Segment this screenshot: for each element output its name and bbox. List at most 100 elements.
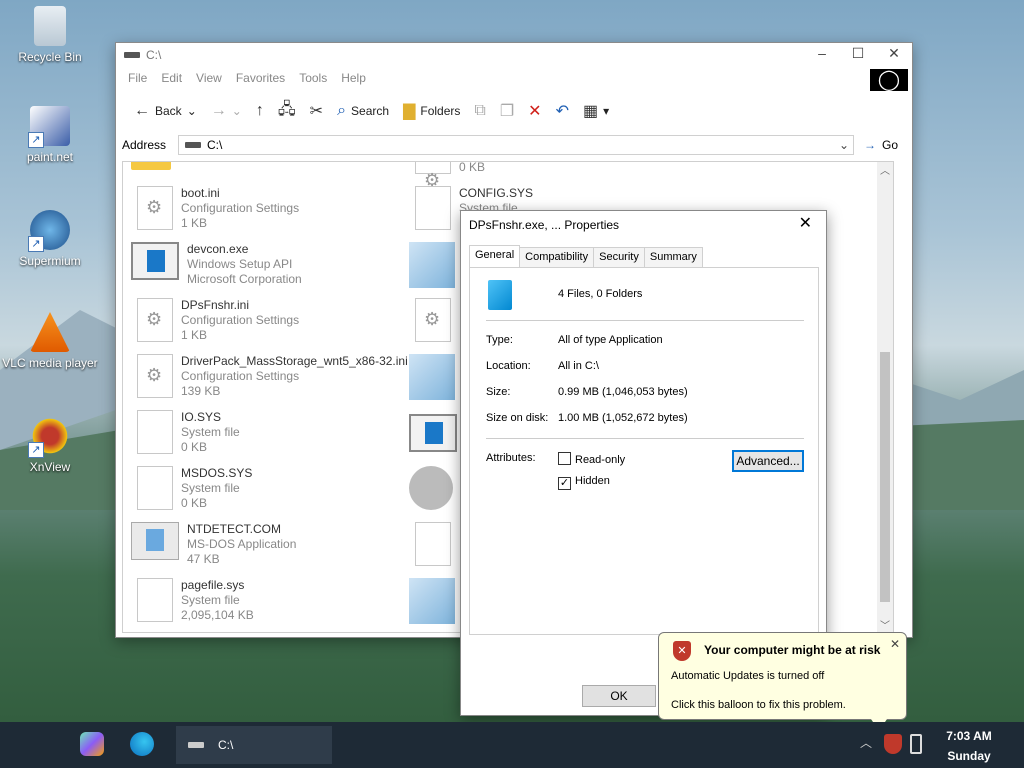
- vertical-scrollbar[interactable]: ︿ ﹀: [877, 162, 893, 632]
- list-item[interactable]: devcon.exe Windows Setup API Microsoft Cor…: [131, 242, 302, 294]
- hidden-checkbox[interactable]: ✓ Hidden: [558, 475, 610, 490]
- map-drive-button[interactable]: 🖧: [274, 96, 300, 127]
- desktop-icon-label: XnView: [29, 460, 71, 474]
- forward-button[interactable]: → ⌄: [207, 100, 246, 122]
- menu-view[interactable]: View: [196, 71, 222, 85]
- disconnect-drive-icon: ✂: [309, 103, 324, 120]
- scrollbar-thumb[interactable]: [880, 352, 890, 602]
- clock-time: 7:03 AM: [946, 729, 992, 743]
- list-item[interactable]: [409, 578, 455, 630]
- desktop-icon-vlc[interactable]: VLC media player: [0, 312, 100, 370]
- desktop-icon-label: Supermium: [19, 254, 81, 268]
- folders-button[interactable]: ▇ Folders: [399, 99, 464, 123]
- address-bar: Address C:\ ⌄ → Go: [116, 133, 912, 157]
- close-button[interactable]: ✕: [876, 43, 912, 65]
- taskbar-item-explorer[interactable]: C:\: [176, 726, 332, 764]
- list-item[interactable]: [409, 242, 455, 294]
- start-button[interactable]: [10, 730, 40, 760]
- ok-button[interactable]: OK: [582, 685, 656, 707]
- desktop-icon-supermium[interactable]: ↗ Supermium: [0, 210, 100, 268]
- balloon-close-icon[interactable]: ✕: [890, 637, 900, 651]
- divider: [486, 438, 804, 439]
- selection-summary: 4 Files, 0 Folders: [558, 288, 643, 300]
- maximize-button[interactable]: ☐: [840, 43, 876, 65]
- size-value: 0.99 MB (1,046,053 bytes): [558, 386, 688, 398]
- setup-icon: [409, 578, 455, 624]
- desktop-icon-label: paint.net: [26, 150, 74, 164]
- address-input[interactable]: C:\ ⌄: [178, 135, 854, 155]
- usb-drive-tray-icon[interactable]: [910, 734, 922, 754]
- balloon-message: Automatic Updates is turned off: [671, 670, 825, 682]
- up-button[interactable]: ↑: [252, 100, 268, 122]
- menu-file[interactable]: File: [128, 71, 147, 85]
- tab-compatibility[interactable]: Compatibility: [519, 247, 595, 267]
- list-item[interactable]: [415, 298, 451, 350]
- disconnect-drive-button[interactable]: ✂: [306, 99, 327, 123]
- back-button[interactable]: ← Back ⌄: [130, 100, 201, 122]
- menu-favorites[interactable]: Favorites: [236, 71, 285, 85]
- advanced-button[interactable]: Advanced...: [732, 450, 804, 472]
- menu-edit[interactable]: Edit: [161, 71, 182, 85]
- go-button[interactable]: → Go: [854, 138, 912, 152]
- checkbox-box: [558, 452, 571, 465]
- move-to-button[interactable]: ⧉: [470, 100, 489, 122]
- chevron-down-icon[interactable]: ⌄: [839, 138, 849, 152]
- drive-icon: [124, 52, 140, 58]
- chevron-up-icon[interactable]: ︿: [860, 734, 872, 751]
- list-item[interactable]: IO.SYS System file 0 KB: [137, 410, 240, 462]
- scroll-down-icon[interactable]: ﹀: [877, 617, 893, 632]
- list-item[interactable]: [415, 522, 451, 574]
- config-file-icon: [137, 298, 173, 342]
- menu-tools[interactable]: Tools: [299, 71, 327, 85]
- edge-browser-icon[interactable]: [130, 732, 154, 756]
- back-arrow-icon: ←: [134, 102, 150, 119]
- xnview-icon: ↗: [28, 416, 70, 458]
- explorer-titlebar[interactable]: C:\: [116, 43, 912, 67]
- folder-icon: [131, 162, 171, 170]
- list-item[interactable]: MSDOS.SYS System file 0 KB: [137, 466, 252, 518]
- undo-icon: ↶: [555, 103, 569, 120]
- address-label: Address: [122, 138, 167, 152]
- readonly-checkbox[interactable]: Read-only: [558, 452, 625, 466]
- list-item[interactable]: boot.iniConfiguration Settings1 KB: [137, 186, 299, 238]
- list-item[interactable]: DPsFnshr.iniConfiguration Settings1 KB: [137, 298, 299, 350]
- tab-general[interactable]: General: [469, 245, 521, 267]
- security-shield-tray-icon[interactable]: [884, 734, 902, 754]
- copilot-icon[interactable]: [80, 732, 104, 756]
- security-balloon[interactable]: ✕ Your computer might be at risk ✕ Autom…: [658, 632, 907, 731]
- list-item[interactable]: [131, 162, 171, 172]
- scroll-up-icon[interactable]: ︿: [877, 162, 893, 177]
- dialog-close-icon[interactable]: ✕: [799, 213, 812, 233]
- desktop-icon-xnview[interactable]: ↗ XnView: [0, 416, 100, 474]
- list-item[interactable]: DriverPack_MassStorage_wnt5_x86-32.iniCo…: [137, 354, 408, 406]
- recycle-bin-icon: [34, 6, 66, 46]
- clock[interactable]: 7:03 AM Sunday: [934, 726, 1004, 766]
- menu-bar: File Edit View Favorites Tools Help: [116, 67, 912, 89]
- list-item[interactable]: 0 KB: [415, 162, 485, 191]
- delete-button[interactable]: ✕: [524, 99, 545, 123]
- list-item[interactable]: [409, 414, 457, 466]
- minimize-button[interactable]: –: [804, 43, 840, 65]
- copy-to-button[interactable]: ❐: [496, 99, 518, 123]
- search-icon: ⌕: [337, 102, 347, 119]
- desktop-icon-recycle-bin[interactable]: Recycle Bin: [0, 6, 100, 64]
- views-button[interactable]: ▦ ▾: [579, 99, 613, 123]
- tab-summary[interactable]: Summary: [643, 247, 703, 267]
- folder-icon: ▇: [403, 103, 416, 120]
- setup-icon: [409, 242, 455, 288]
- list-item[interactable]: [409, 466, 453, 518]
- config-file-icon: [137, 354, 173, 398]
- location-value: All in C:\: [558, 360, 599, 372]
- desktop-icon-paint-net[interactable]: ↗ paint.net: [0, 106, 100, 164]
- undo-button[interactable]: ↶: [552, 99, 573, 123]
- dialog-title: DPsFnshr.exe, ... Properties: [469, 218, 620, 232]
- list-item[interactable]: NTDETECT.COM MS-DOS Application 47 KB: [131, 522, 296, 574]
- list-item[interactable]: pagefile.sys System file 2,095,104 KB: [137, 578, 254, 630]
- dialog-titlebar[interactable]: DPsFnshr.exe, ... Properties: [461, 211, 826, 239]
- search-button[interactable]: ⌕ Search: [333, 100, 393, 122]
- tab-security[interactable]: Security: [593, 247, 645, 267]
- menu-help[interactable]: Help: [341, 71, 366, 85]
- system-file-icon: [137, 466, 173, 510]
- list-item[interactable]: [409, 354, 455, 406]
- supermium-icon: ↗: [28, 210, 70, 252]
